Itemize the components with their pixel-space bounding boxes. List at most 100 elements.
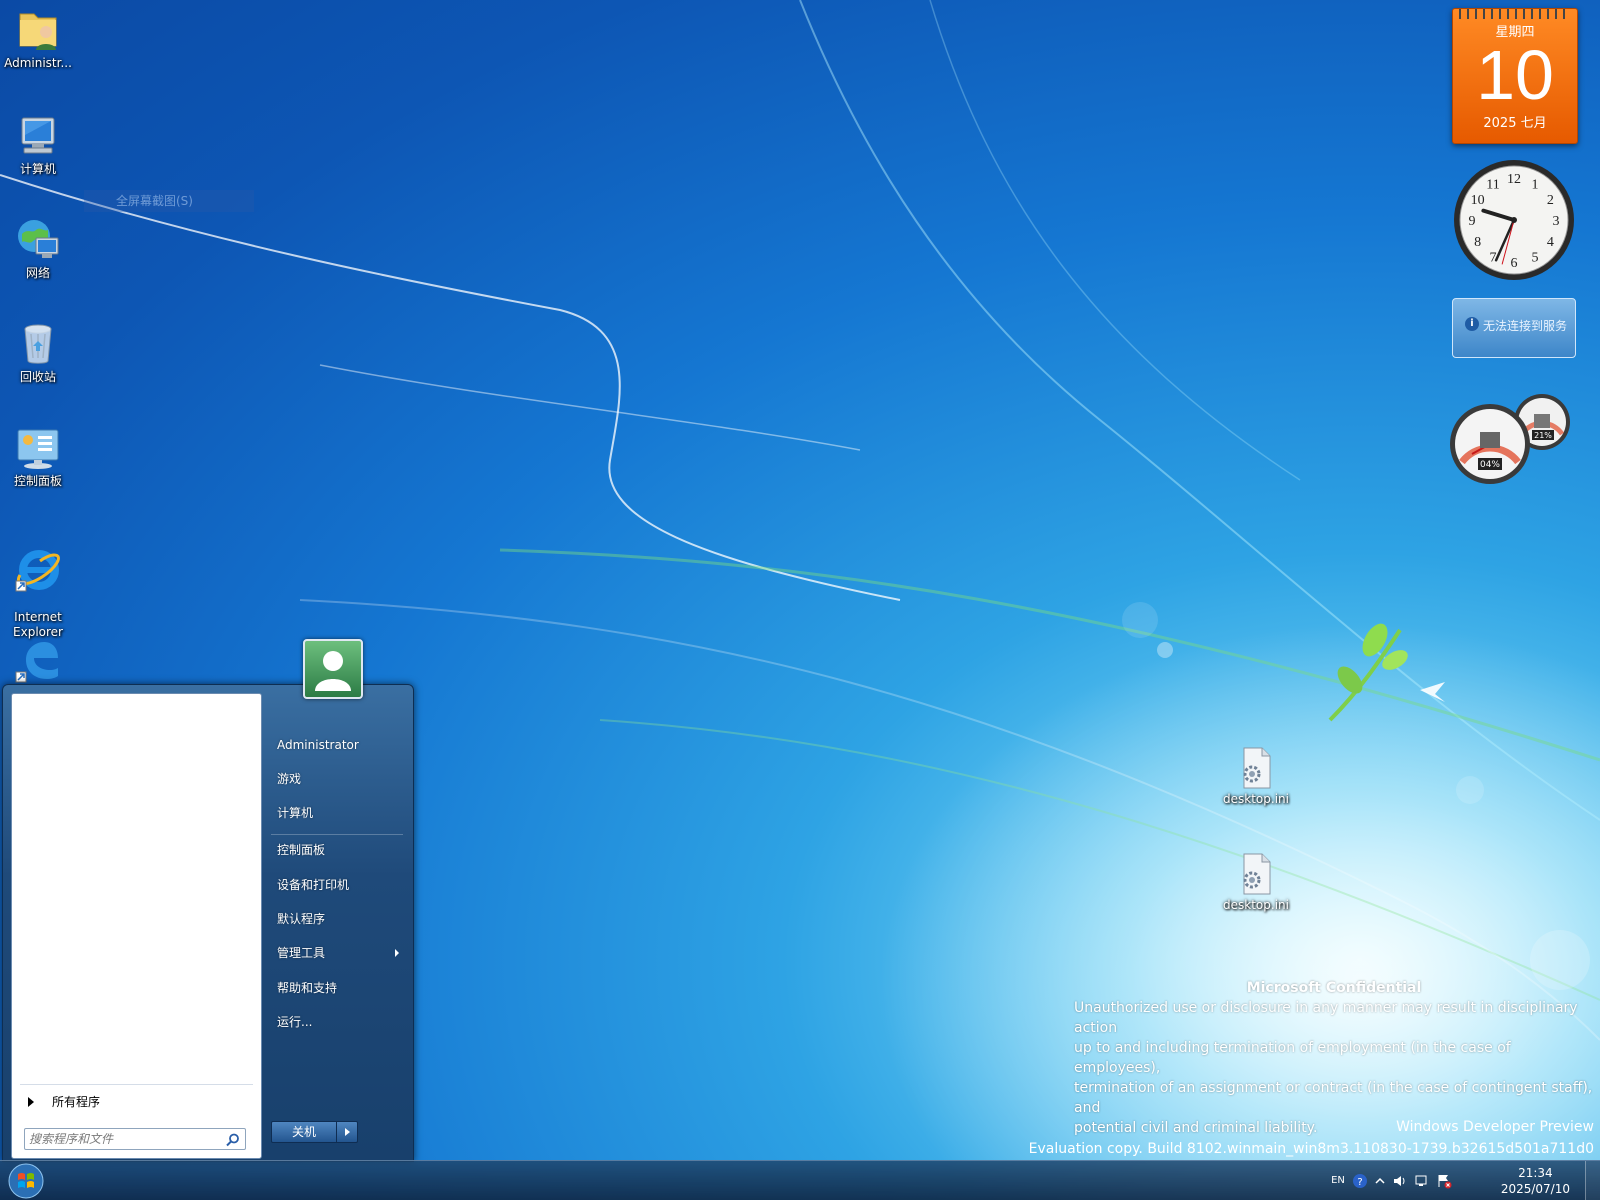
- watermark-line-2: Evaluation copy. Build 8102.winmain_win8…: [1028, 1141, 1594, 1157]
- cpu-meter-gadget[interactable]: 21% 04%: [1450, 392, 1578, 488]
- start-button[interactable]: [6, 1162, 46, 1200]
- network-status-icon[interactable]: [1414, 1173, 1430, 1189]
- user-icon: [315, 651, 351, 691]
- start-item-label: 控制面板: [277, 843, 326, 857]
- desktop-file-ini-1[interactable]: desktop.ini: [1216, 744, 1296, 806]
- language-indicator[interactable]: EN: [1330, 1173, 1346, 1189]
- clock-gadget[interactable]: 12 12 3 45678 9 1011: [1452, 158, 1576, 282]
- start-item-games[interactable]: 游戏: [271, 765, 403, 793]
- clock-numeral: 4: [1547, 235, 1554, 250]
- start-menu-places-pane: Administrator 游戏 计算机 控制面板 设备和打印机 默认程序 管理…: [265, 639, 413, 1161]
- clock-numeral: 1: [1532, 178, 1539, 193]
- action-center-flag-icon[interactable]: [1436, 1173, 1452, 1189]
- taskbar: EN ? 21:34 2025/07/10: [0, 1160, 1600, 1200]
- internet-explorer-icon: [15, 550, 60, 592]
- show-desktop-button[interactable]: [1585, 1161, 1600, 1200]
- clock-numeral: 8: [1474, 235, 1481, 250]
- build-watermark: Windows Developer Preview Evaluation cop…: [1029, 1116, 1594, 1160]
- desktop-icon-control-panel[interactable]: 控制面板: [4, 424, 72, 489]
- control-panel-icon: [17, 429, 59, 469]
- confidential-line: Unauthorized use or disclosure in any ma…: [1074, 1000, 1578, 1036]
- recycle-bin-icon: [24, 324, 52, 364]
- start-item-devices-printers[interactable]: 设备和打印机: [271, 871, 403, 899]
- divider: [20, 1084, 253, 1085]
- search-icon[interactable]: [225, 1132, 241, 1148]
- clock-numeral: 6: [1511, 256, 1518, 271]
- clock-numeral: 9: [1469, 214, 1476, 229]
- triangle-right-icon: [28, 1097, 34, 1107]
- tray-overflow-icon[interactable]: [1372, 1173, 1388, 1189]
- ini-file-icon: [1243, 853, 1271, 895]
- ini-file-icon: [1243, 747, 1271, 789]
- confidential-line: up to and including termination of emplo…: [1074, 1040, 1511, 1076]
- start-menu-programs-pane: 所有程序: [11, 693, 262, 1159]
- desktop-icon-label: 控制面板: [13, 474, 62, 488]
- shutdown-button[interactable]: 关机: [271, 1121, 337, 1143]
- desktop-icon-network[interactable]: 网络: [4, 216, 72, 281]
- all-programs-item[interactable]: 所有程序: [18, 1090, 252, 1114]
- file-label: desktop.ini: [1223, 898, 1289, 912]
- start-item-label: 默认程序: [277, 912, 326, 926]
- start-item-admin-tools[interactable]: 管理工具: [271, 939, 403, 967]
- divider: [271, 834, 403, 835]
- start-item-label: 游戏: [277, 772, 302, 786]
- calendar-gadget[interactable]: 星期四 10 2025 七月: [1452, 8, 1578, 144]
- start-item-default-programs[interactable]: 默认程序: [271, 905, 403, 933]
- cpu-value: 04%: [1480, 460, 1500, 470]
- search-box[interactable]: [24, 1128, 246, 1150]
- all-programs-label: 所有程序: [52, 1095, 101, 1109]
- start-item-control-panel[interactable]: 控制面板: [271, 836, 403, 864]
- calendar-year-month: 2025 七月: [1483, 116, 1547, 131]
- desktop-icon-label: 回收站: [19, 370, 56, 384]
- help-icon[interactable]: ?: [1352, 1173, 1368, 1189]
- clock-numeral: 12: [1507, 172, 1521, 187]
- start-item-label: 计算机: [277, 806, 314, 820]
- start-item-run[interactable]: 运行...: [271, 1008, 403, 1036]
- desktop-icon-recycle-bin[interactable]: 回收站: [4, 320, 72, 385]
- desktop-icon-administrator[interactable]: Administr...: [4, 6, 72, 71]
- confidential-line: termination of an assignment or contract…: [1074, 1080, 1593, 1116]
- ghost-menu-item: 全屏幕截图(S): [84, 190, 254, 212]
- search-input[interactable]: [29, 1130, 217, 1148]
- volume-icon[interactable]: [1392, 1173, 1408, 1189]
- desktop-icon-label: 网络: [25, 266, 50, 280]
- confidential-title: Microsoft Confidential: [1246, 980, 1422, 996]
- submenu-arrow-icon: [395, 949, 399, 957]
- taskbar-time: 21:34: [1518, 1166, 1553, 1180]
- start-item-help[interactable]: 帮助和支持: [271, 974, 403, 1002]
- calendar-rings: [1459, 9, 1571, 19]
- start-item-computer[interactable]: 计算机: [271, 799, 403, 827]
- desktop-icon-label: Administr...: [4, 56, 72, 70]
- start-item-label: 管理工具: [277, 946, 326, 960]
- start-item-label: 设备和打印机: [277, 878, 350, 892]
- clock-numeral: 2: [1547, 193, 1554, 208]
- svg-text:?: ?: [1357, 1177, 1362, 1188]
- start-menu[interactable]: 所有程序 Administrator 游戏 计算机 控制面板: [2, 639, 414, 1162]
- watermark-line-1: Windows Developer Preview: [1396, 1119, 1594, 1135]
- desktop[interactable]: 全屏幕截图(S) Administr... 计算机 网络 回收站 控制面板 In…: [0, 0, 1600, 1200]
- taskbar-date: 2025/07/10: [1500, 1182, 1570, 1196]
- desktop-icon-edge[interactable]: [4, 636, 72, 686]
- weather-message: 无法连接到服务: [1483, 319, 1568, 333]
- taskbar-clock[interactable]: 21:34 2025/07/10: [1501, 1165, 1570, 1197]
- start-item-label: 运行...: [277, 1015, 313, 1029]
- clock-numeral: 5: [1532, 250, 1539, 265]
- computer-icon: [21, 117, 55, 154]
- avatar[interactable]: [303, 639, 363, 699]
- shutdown-options-button[interactable]: [336, 1121, 358, 1143]
- weather-gadget[interactable]: i 无法连接到服务: [1452, 298, 1576, 358]
- desktop-icon-computer[interactable]: 计算机: [4, 112, 72, 177]
- start-item-label: Administrator: [277, 738, 359, 752]
- clock-numeral: 3: [1553, 214, 1560, 229]
- user-folder-icon: [19, 13, 57, 50]
- desktop-file-ini-2[interactable]: desktop.ini: [1216, 850, 1296, 912]
- info-icon: i: [1465, 317, 1479, 331]
- start-item-label: 帮助和支持: [277, 981, 338, 995]
- file-label: desktop.ini: [1223, 792, 1289, 806]
- calendar-day: 10: [1476, 36, 1554, 114]
- network-icon: [18, 220, 59, 258]
- start-item-administrator[interactable]: Administrator: [271, 731, 403, 759]
- memory-value: 21%: [1534, 431, 1552, 440]
- clock-numeral: 10: [1471, 193, 1485, 208]
- clock-numeral: 7: [1490, 250, 1497, 265]
